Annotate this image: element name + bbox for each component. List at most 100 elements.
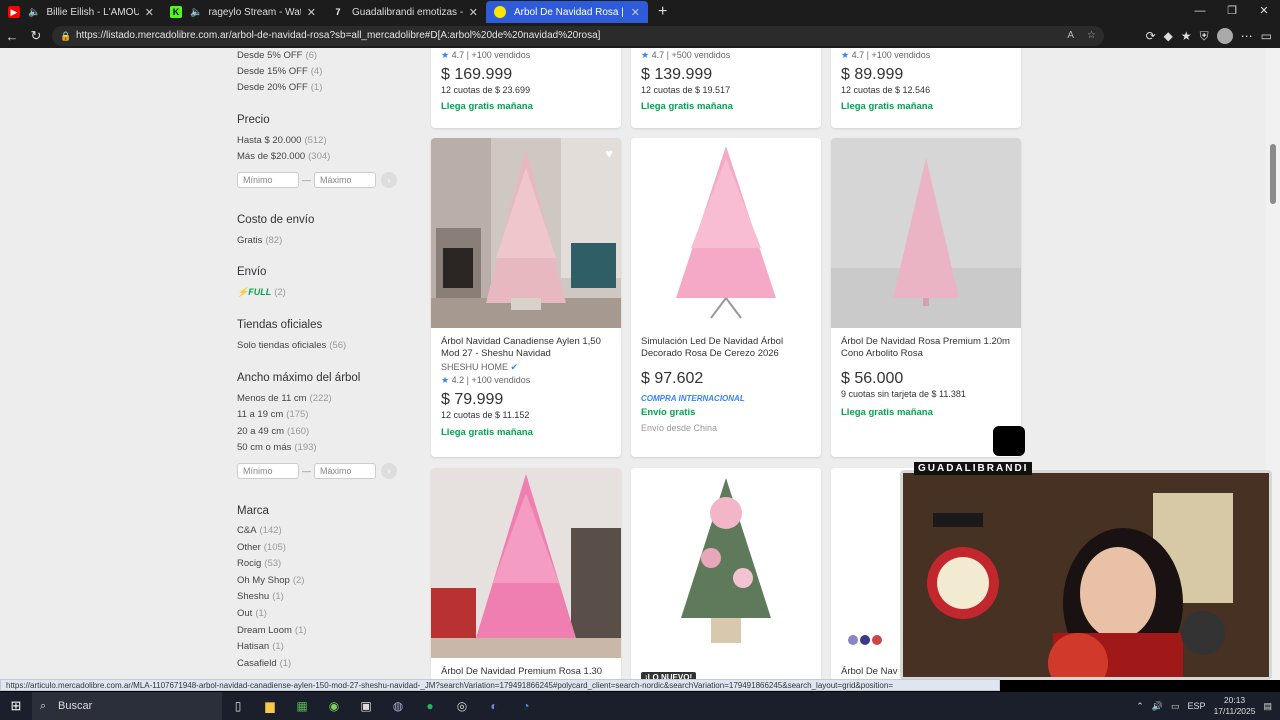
close-tab-icon[interactable]: ✕ <box>631 6 640 19</box>
edge-icon[interactable]: ◔ <box>510 692 542 720</box>
scrollbar-thumb[interactable] <box>1270 144 1276 204</box>
tab-youtube[interactable]: ▶ 🔈 Billie Eilish - L'AMOUR DE M ✕ <box>0 1 162 23</box>
filter-brand[interactable]: Sheshu (1) <box>237 591 284 602</box>
tab-7tv[interactable]: 7 Guadalibrandi emotizas - 7TV ✕ <box>324 1 486 23</box>
product-title[interactable]: Simulación Led De Navidad Árbol Decorado… <box>641 336 811 360</box>
steam-icon[interactable]: ◍ <box>382 692 414 720</box>
volume-icon[interactable]: 🔊 <box>1152 701 1163 712</box>
task-view-icon[interactable]: ▯ <box>222 692 254 720</box>
product-card[interactable]: Simulación Led De Navidad Árbol Decorado… <box>631 138 821 457</box>
favorites-icon[interactable]: ★ <box>1181 24 1192 48</box>
product-card[interactable]: Árbol De Navidad Rosa Premium 1.20m Cono… <box>831 138 1021 457</box>
product-rating: ★ 4.2 | +100 vendidos <box>441 375 531 385</box>
close-window-button[interactable]: ✕ <box>1248 0 1280 22</box>
refresh-extension-icon[interactable]: ⟳ <box>1146 24 1156 48</box>
tab-kick[interactable]: K 🔈 rageylo Stream - Watch Live ✕ <box>162 1 324 23</box>
tab-mercadolibre[interactable]: Arbol De Navidad Rosa | Mercado ✕ <box>486 1 648 23</box>
product-card[interactable]: Árbol De Navidad Premium Rosa 1.30 <box>431 468 621 680</box>
product-seller[interactable]: SHESHU HOME ✔ <box>441 362 611 373</box>
filter-price-under[interactable]: Hasta $ 20.000 (512) <box>237 135 327 146</box>
product-title[interactable]: Árbol De Navidad Premium Rosa 1.30 <box>441 666 611 678</box>
favorite-heart-icon[interactable]: ♥ <box>605 146 613 161</box>
filter-brand[interactable]: Casafield (1) <box>237 658 291 669</box>
price-min-input[interactable]: Mínimo <box>237 172 299 188</box>
minimize-button[interactable]: — <box>1184 0 1216 22</box>
width-max-input[interactable]: Máximo <box>314 463 376 479</box>
product-card[interactable]: ★ 4.7 | +100 vendidos $ 169.999 12 cuota… <box>431 48 621 128</box>
sidebar-toggle-icon[interactable]: ▭ <box>1261 24 1272 48</box>
filter-brand[interactable]: Hatisan (1) <box>237 641 284 652</box>
product-title[interactable]: Árbol De Navidad Rosa Premium 1.20m Cono… <box>841 336 1011 360</box>
price-apply-button[interactable]: › <box>381 172 397 188</box>
filter-brand[interactable]: Oh My Shop (2) <box>237 575 304 586</box>
windows-start-icon[interactable]: ⊞ <box>0 698 32 714</box>
product-image[interactable] <box>631 138 821 328</box>
filter-full[interactable]: ⚡FULL (2) <box>237 287 286 298</box>
filter-discount-15[interactable]: Desde 15% OFF (4) <box>237 66 322 77</box>
shipping-heading: Envío <box>237 266 267 278</box>
back-button[interactable]: ← <box>0 29 24 44</box>
product-card[interactable]: ¡LO NUEVO! <box>631 468 821 680</box>
file-explorer-icon[interactable]: ▆ <box>254 692 286 720</box>
discord-icon[interactable]: ◐ <box>478 692 510 720</box>
filter-width-2[interactable]: 11 a 19 cm (175) <box>237 409 308 420</box>
filter-official-stores[interactable]: Solo tiendas oficiales (56) <box>237 340 346 351</box>
filter-width-3[interactable]: 20 a 49 cm (160) <box>237 426 309 437</box>
new-tab-button[interactable]: + <box>658 3 667 21</box>
menu-icon[interactable]: ⋯ <box>1241 24 1253 48</box>
refresh-button[interactable]: ↻ <box>24 28 48 44</box>
product-rating: ★ 4.7 | +100 vendidos <box>841 50 931 60</box>
language-indicator[interactable]: ESP <box>1188 701 1206 711</box>
product-title[interactable]: Árbol Navidad Canadiense Aylen 1,50 Mod … <box>441 336 611 360</box>
read-aloud-icon[interactable]: A <box>1067 26 1074 46</box>
product-card[interactable]: ★ 4.7 | +500 vendidos $ 139.999 12 cuota… <box>631 48 821 128</box>
filter-discount-5[interactable]: Desde 5% OFF (6) <box>237 50 317 61</box>
product-image[interactable] <box>831 138 1021 328</box>
shield-icon[interactable]: ⛨ <box>1200 24 1209 48</box>
width-apply-button[interactable]: › <box>381 463 397 479</box>
speaker-icon[interactable]: 🔈 <box>190 7 202 18</box>
close-tab-icon[interactable]: ✕ <box>469 6 478 19</box>
close-tab-icon[interactable]: ✕ <box>307 6 316 19</box>
xbox-icon[interactable]: ◉ <box>318 692 350 720</box>
filter-brand[interactable]: Out (1) <box>237 608 267 619</box>
taskbar-search[interactable]: ⌕ Buscar <box>32 692 222 720</box>
price-max-input[interactable]: Máximo <box>314 172 376 188</box>
filter-width-4[interactable]: 50 cm o más (193) <box>237 442 317 453</box>
close-tab-icon[interactable]: ✕ <box>145 6 154 19</box>
notification-icon[interactable]: ▤ <box>1263 701 1272 712</box>
filter-brand[interactable]: Other (105) <box>237 542 286 553</box>
filter-free-shipping[interactable]: Gratis (82) <box>237 235 282 246</box>
filter-brand[interactable]: Rocig (53) <box>237 558 281 569</box>
speaker-icon[interactable]: 🔈 <box>28 7 40 18</box>
product-shipping: Llega gratis mañana <box>841 101 933 112</box>
kick-icon: K <box>170 6 182 18</box>
maximize-button[interactable]: ❐ <box>1216 0 1248 22</box>
product-image[interactable] <box>631 468 821 658</box>
filter-discount-20[interactable]: Desde 20% OFF (1) <box>237 82 322 93</box>
product-card[interactable]: ♥ Árbol Navidad Canadiense Aylen 1,50 Mo… <box>431 138 621 457</box>
verified-icon: ✔ <box>510 362 519 372</box>
app-icon[interactable]: ▦ <box>286 692 318 720</box>
spotify-icon[interactable]: ● <box>414 692 446 720</box>
favorite-star-icon[interactable]: ☆ <box>1087 26 1096 46</box>
clock[interactable]: 20:13 17/11/2025 <box>1214 695 1256 717</box>
network-icon[interactable]: ▭ <box>1171 701 1180 712</box>
product-installments: 12 cuotas de $ 11.152 <box>441 410 530 420</box>
stream-webcam-overlay: GUADALIBRANDI <box>900 462 1272 684</box>
shipping-cost-heading: Costo de envío <box>237 214 315 226</box>
filter-width-1[interactable]: Menos de 11 cm (222) <box>237 393 332 404</box>
width-min-input[interactable]: Mínimo <box>237 463 299 479</box>
filter-brand[interactable]: Dream Loom (1) <box>237 625 307 636</box>
profile-avatar[interactable] <box>1216 28 1233 44</box>
product-card[interactable]: ★ 4.7 | +100 vendidos $ 89.999 12 cuotas… <box>831 48 1021 128</box>
chevron-up-icon[interactable]: ⌃ <box>1136 701 1144 712</box>
product-image[interactable] <box>431 468 621 658</box>
product-image[interactable]: ♥ <box>431 138 621 328</box>
url-field[interactable]: 🔒 https://listado.mercadolibre.com.ar/ar… <box>52 26 1104 46</box>
epic-games-icon[interactable]: ▣ <box>350 692 382 720</box>
extension-icon[interactable]: ◆ <box>1164 24 1173 48</box>
obs-icon[interactable]: ◎ <box>446 692 478 720</box>
filter-brand[interactable]: C&A (142) <box>237 525 282 536</box>
filter-price-over[interactable]: Más de $20.000 (304) <box>237 151 330 162</box>
